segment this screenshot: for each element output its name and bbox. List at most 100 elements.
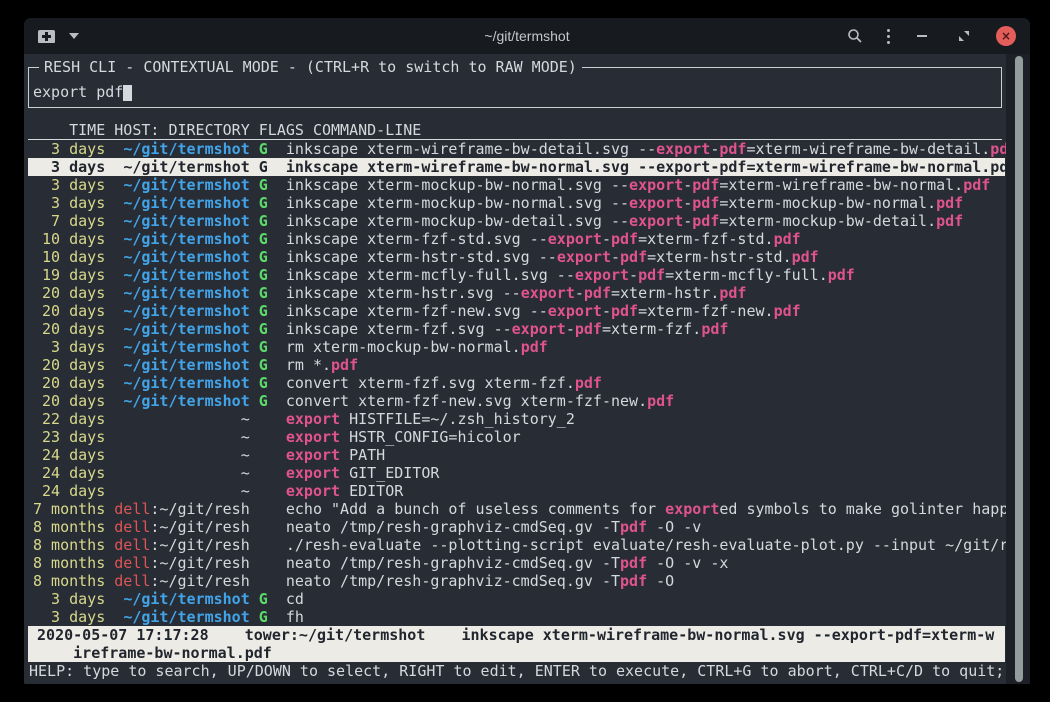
- row-command-match: pdf: [620, 554, 647, 572]
- history-row[interactable]: 8 months dell:~/git/resh neato /tmp/resh…: [28, 554, 1005, 572]
- history-row[interactable]: 8 months dell:~/git/resh neato /tmp/resh…: [28, 572, 1005, 590]
- row-command: =xterm-mockup-bw-detail.: [719, 212, 936, 230]
- row-host: ~/git/termshot: [123, 158, 249, 176]
- history-row[interactable]: 20 days ~/git/termshot G convert xterm-f…: [28, 392, 1005, 410]
- row-flags: G: [259, 356, 268, 374]
- row-command: rm xterm-mockup-bw-normal.: [286, 338, 521, 356]
- status-line-1: 2020-05-07 17:17:28 tower:~/git/termshot…: [28, 626, 1005, 644]
- row-command: -: [683, 194, 692, 212]
- history-row[interactable]: 3 days ~/git/termshot G fh: [28, 608, 1005, 626]
- row-command: fh: [286, 608, 304, 626]
- row-host: ~/git/termshot: [123, 194, 249, 212]
- menu-kebab-icon[interactable]: [887, 29, 890, 44]
- row-time: 8 months: [33, 554, 105, 572]
- row-time: 24 days: [33, 482, 105, 500]
- row-command: -O -v -x: [647, 554, 728, 572]
- history-row[interactable]: 20 days ~/git/termshot G inkscape xterm-…: [28, 284, 1005, 302]
- row-time: 3 days: [33, 338, 105, 356]
- history-row[interactable]: 24 days ~ export GIT_EDITOR: [28, 464, 1005, 482]
- history-row[interactable]: 3 days ~/git/termshot G rm xterm-mockup-…: [28, 338, 1005, 356]
- row-host: :~/git/resh: [150, 518, 249, 536]
- row-host: ~/git/termshot: [123, 356, 249, 374]
- history-row[interactable]: 20 days ~/git/termshot G rm *.pdf: [28, 356, 1005, 374]
- history-rows: 3 days ~/git/termshot G inkscape xterm-w…: [28, 140, 1006, 626]
- status-bar: 2020-05-07 17:17:28 tower:~/git/termshot…: [28, 626, 1005, 662]
- row-host: ~/git/termshot: [123, 284, 249, 302]
- history-row[interactable]: 20 days ~/git/termshot G inkscape xterm-…: [28, 302, 1005, 320]
- row-host: ~/git/termshot: [123, 248, 249, 266]
- history-row-selected[interactable]: 3 days ~/git/termshot G inkscape xterm-w…: [28, 158, 1005, 176]
- row-flags: G: [259, 230, 268, 248]
- history-row[interactable]: 24 days ~ export EDITOR: [28, 482, 1005, 500]
- row-flags: G: [259, 320, 268, 338]
- history-row[interactable]: 3 days ~/git/termshot G inkscape xterm-m…: [28, 176, 1005, 194]
- row-host: dell: [114, 554, 150, 572]
- history-row[interactable]: 20 days ~/git/termshot G convert xterm-f…: [28, 374, 1005, 392]
- history-row[interactable]: 23 days ~ export HSTR_CONFIG=hicolor: [28, 428, 1005, 446]
- history-row[interactable]: 24 days ~ export PATH: [28, 446, 1005, 464]
- search-input[interactable]: export pdf: [33, 83, 132, 101]
- scrollbar-thumb[interactable]: [1015, 56, 1023, 682]
- row-flags: [259, 572, 268, 590]
- history-row[interactable]: 7 months dell:~/git/resh echo "Add a bun…: [28, 500, 1005, 518]
- row-time: 7 days: [33, 212, 105, 230]
- history-row[interactable]: 7 days ~/git/termshot G inkscape xterm-m…: [28, 212, 1005, 230]
- row-time: 3 days: [33, 608, 105, 626]
- history-row[interactable]: 10 days ~/git/termshot G inkscape xterm-…: [28, 230, 1005, 248]
- row-host: ~/git/termshot: [123, 140, 249, 158]
- status-line-2: ireframe-bw-normal.pdf: [28, 644, 1005, 662]
- history-row[interactable]: 3 days ~/git/termshot G inkscape xterm-m…: [28, 194, 1005, 212]
- help-line: HELP: type to search, UP/DOWN to select,…: [28, 662, 1006, 680]
- row-flags: [259, 536, 268, 554]
- row-time: 20 days: [33, 302, 105, 320]
- history-row[interactable]: 19 days ~/git/termshot G inkscape xterm-…: [28, 266, 1005, 284]
- history-row[interactable]: 22 days ~ export HISTFILE=~/.zsh_history…: [28, 410, 1005, 428]
- row-command-match: export: [557, 248, 611, 266]
- search-icon[interactable]: [845, 26, 865, 46]
- scrollbar-track[interactable]: [1006, 54, 1030, 684]
- row-time: 24 days: [33, 446, 105, 464]
- history-row[interactable]: 3 days ~/git/termshot G inkscape xterm-w…: [28, 140, 1005, 158]
- history-row[interactable]: 8 months dell:~/git/resh ./resh-evaluate…: [28, 536, 1005, 554]
- row-flags: G: [259, 248, 268, 266]
- row-command: -: [683, 212, 692, 230]
- row-command: -O -v: [647, 518, 701, 536]
- row-command: ./resh-evaluate --plotting-script evalua…: [286, 536, 1008, 554]
- row-command: =xterm-hstr-std.: [647, 248, 792, 266]
- row-command: echo "Add a bunch of useless comments fo…: [286, 500, 665, 518]
- history-row[interactable]: 3 days ~/git/termshot G cd: [28, 590, 1005, 608]
- row-command: inkscape xterm-hstr-std.svg --: [286, 248, 557, 266]
- row-command: convert xterm-fzf-new.svg xterm-fzf-new.: [286, 392, 647, 410]
- restore-icon[interactable]: [954, 26, 974, 46]
- row-command: rm *.: [286, 356, 331, 374]
- minimize-icon[interactable]: [912, 26, 932, 46]
- row-command-match: export: [629, 212, 683, 230]
- row-host: ~/git/termshot: [123, 230, 249, 248]
- row-command: =xterm-hstr.: [611, 284, 719, 302]
- row-flags: G: [259, 212, 268, 230]
- row-flags: G: [259, 608, 268, 626]
- new-tab-icon[interactable]: [38, 30, 55, 43]
- row-command-match: pdf: [575, 320, 602, 338]
- row-command: =xterm-mockup-bw-normal.: [719, 194, 936, 212]
- row-command: PATH: [340, 446, 385, 464]
- row-host: ~/git/termshot: [123, 320, 249, 338]
- row-time: 8 months: [33, 518, 105, 536]
- row-command: =xterm-wireframe-bw-normal.: [746, 158, 990, 176]
- row-command: -: [575, 284, 584, 302]
- search-box-title: RESH CLI - CONTEXTUAL MODE - (CTRL+R to …: [39, 58, 582, 76]
- tab-dropdown-chevron-icon[interactable]: [69, 33, 79, 39]
- row-command-match: export: [512, 320, 566, 338]
- row-command-match: pdf: [611, 302, 638, 320]
- resh-search-box[interactable]: RESH CLI - CONTEXTUAL MODE - (CTRL+R to …: [28, 67, 1002, 108]
- history-row[interactable]: 10 days ~/git/termshot G inkscape xterm-…: [28, 248, 1005, 266]
- row-time: 20 days: [33, 320, 105, 338]
- row-time: 8 months: [33, 536, 105, 554]
- history-row[interactable]: 20 days ~/git/termshot G inkscape xterm-…: [28, 320, 1005, 338]
- row-host: ~/git/termshot: [123, 608, 249, 626]
- row-command: -: [602, 230, 611, 248]
- close-icon[interactable]: ×: [996, 26, 1016, 46]
- history-row[interactable]: 8 months dell:~/git/resh neato /tmp/resh…: [28, 518, 1005, 536]
- row-flags: G: [259, 194, 268, 212]
- row-command-match: pdf: [936, 194, 963, 212]
